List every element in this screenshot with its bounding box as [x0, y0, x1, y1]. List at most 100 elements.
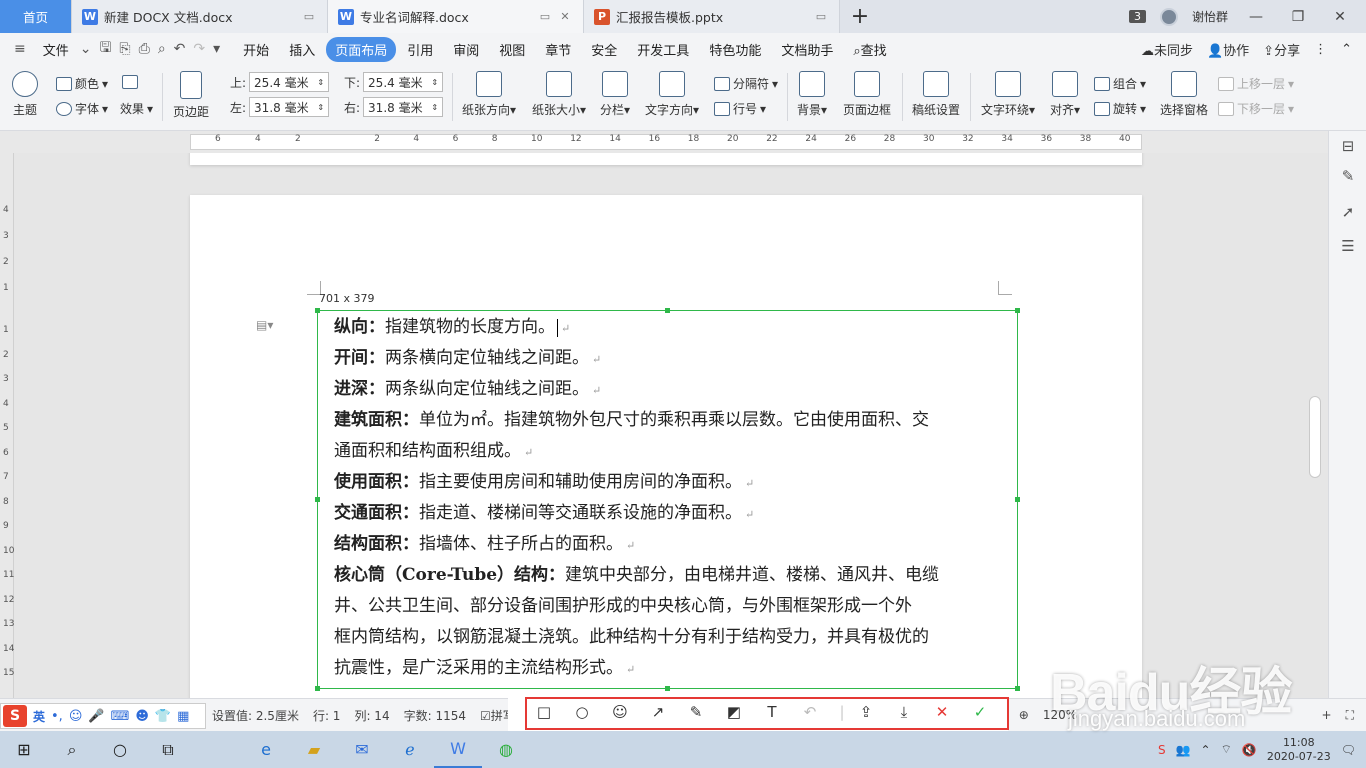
screenshot-selection[interactable]: 纵向：指建筑物的长度方向。 ↵ 开间：两条横向定位轴线之间距。 ↵ 进深：两条纵向定位轴…	[315, 308, 1020, 691]
close-icon[interactable]: ✕	[557, 9, 573, 25]
hamburger-icon[interactable]: ≡	[14, 41, 26, 57]
ime-lang[interactable]: 英	[33, 708, 45, 725]
sync-status[interactable]: ☁未同步	[1141, 40, 1193, 59]
save-icon[interactable]: 🖫	[99, 37, 111, 61]
redo-icon[interactable]: ↷	[193, 41, 205, 57]
document-line[interactable]: 井、公共卫生间、部分设备间围护形成的中央核心筒，与外围框架形成一个外	[334, 591, 912, 621]
tab-home[interactable]: 首页	[0, 0, 72, 33]
document-line[interactable]: 通面积和结构面积组成。 ↵	[334, 436, 533, 468]
print-preview-icon[interactable]: ⌕	[158, 41, 166, 57]
notifications-icon[interactable]: 🗨	[1341, 743, 1356, 757]
wps-writer-icon[interactable]: W	[434, 731, 482, 768]
text-direction-button[interactable]: 文字方向▾	[645, 71, 699, 118]
right-margin-input[interactable]: 31.8 毫米 ⇕	[363, 97, 444, 117]
settings-sliders-icon[interactable]: ☰	[1339, 237, 1357, 255]
mosaic-tool-icon[interactable]: ◩	[725, 703, 743, 721]
cancel-icon[interactable]: ✕	[933, 703, 951, 721]
effect-icon[interactable]	[122, 75, 138, 89]
menu-security[interactable]: 安全	[582, 37, 626, 62]
user-name[interactable]: 谢怡群	[1192, 8, 1228, 25]
background-button[interactable]: 背景▾	[797, 71, 827, 118]
document-line[interactable]: 抗震性，是广泛采用的主流结构形式。 ↵	[334, 653, 635, 685]
margins-button[interactable]: 页边距	[173, 71, 209, 120]
document-line[interactable]: 建筑面积：单位为㎡。指建筑物外包尺寸的乘积再乘以层数。它由使用面积、交	[334, 405, 929, 435]
minimize-icon[interactable]: —	[1242, 9, 1270, 25]
share-tool-icon[interactable]: ⇪	[857, 703, 875, 721]
vertical-ruler[interactable]: 4 3 2 1 1 2 3 4 5 6 7 8 9 10 11 12 13 14 15	[0, 153, 14, 698]
restore-icon[interactable]: ❐	[1284, 9, 1312, 25]
group-button[interactable]: 组合 ▾	[1094, 75, 1146, 92]
document-line[interactable]: 框内筒结构，以钢筋混凝土浇筑。此种结构十分有利于结构受力，并具有极优的	[334, 622, 929, 652]
tab-doc-new-docx[interactable]: W 新建 DOCX 文档.docx ▭	[72, 0, 328, 33]
emoji-tool-icon[interactable]: ☺	[611, 703, 629, 721]
emoji-icon[interactable]: ☺	[69, 709, 83, 724]
bottom-margin-input[interactable]: 25.4 毫米 ⇕	[363, 72, 444, 92]
arrow-tool-icon[interactable]: ↗	[649, 703, 667, 721]
tray-expand-icon[interactable]: ⌃	[1201, 743, 1211, 757]
pointer-icon[interactable]: ➚	[1339, 203, 1357, 221]
menu-doc-assistant[interactable]: 文档助手	[772, 37, 842, 62]
align-button[interactable]: 对齐▾	[1050, 71, 1080, 118]
horizontal-ruler[interactable]: 6 4 2 2 4 6 8 10 12 14 16 18 20 22 24 26 28 30 32 34 36 38 40	[0, 131, 1366, 153]
menu-file[interactable]: 文件	[34, 37, 78, 62]
pen-tool-icon[interactable]: ✎	[687, 703, 705, 721]
window-count-badge[interactable]: 3	[1128, 10, 1146, 23]
undo-icon[interactable]: ↶	[174, 41, 186, 57]
menu-start[interactable]: 开始	[234, 37, 278, 62]
pen-icon[interactable]: ✎	[1339, 167, 1357, 185]
resize-handle-t[interactable]	[665, 308, 670, 313]
undo-tool-icon[interactable]: ↶	[801, 703, 819, 721]
export-icon[interactable]: ⎘	[119, 41, 130, 57]
page-border-button[interactable]: 页面边框	[843, 71, 891, 118]
file-explorer-icon[interactable]: ▰	[290, 731, 338, 768]
volume-mute-icon[interactable]: 🔇	[1242, 743, 1257, 757]
color-button[interactable]: 颜色 ▾	[56, 75, 108, 92]
confirm-check-icon[interactable]: ✓	[971, 703, 989, 721]
clock[interactable]: 11:08 2020-07-23	[1267, 736, 1331, 764]
menu-review[interactable]: 审阅	[444, 37, 488, 62]
document-line[interactable]: 开间：两条横向定位轴线之间距。 ↵	[334, 343, 601, 375]
search-icon[interactable]: ⌕	[48, 731, 96, 768]
more-icon[interactable]: ⋮	[1314, 42, 1327, 57]
menu-insert[interactable]: 插入	[280, 37, 324, 62]
text-wrap-button[interactable]: 文字环绕▾	[981, 71, 1035, 118]
bring-forward-button[interactable]: 上移一层 ▾	[1218, 75, 1294, 92]
microphone-icon[interactable]: 🎤	[88, 709, 104, 724]
resize-handle-tr[interactable]	[1015, 308, 1020, 313]
sidebar-collapse-icon[interactable]: ⊟	[1339, 137, 1357, 155]
document-line[interactable]: 使用面积：指主要使用房间和辅助使用房间的净面积。 ↵	[334, 467, 754, 499]
effect-button[interactable]: 效果 ▾	[120, 100, 153, 117]
close-window-icon[interactable]: ✕	[1326, 9, 1354, 25]
wechat-icon[interactable]: ◍	[482, 731, 530, 768]
paper-size-button[interactable]: 纸张大小▾	[532, 71, 586, 118]
avatar[interactable]	[1159, 7, 1178, 26]
collab-button[interactable]: 👤协作	[1207, 40, 1249, 59]
skin-icon[interactable]: 👕	[155, 709, 171, 724]
resize-handle-l[interactable]	[315, 497, 320, 502]
paragraph-handle-icon[interactable]: ▤▾	[256, 318, 273, 332]
customize-icon[interactable]: ▾	[213, 41, 220, 57]
tab-doc-report-pptx[interactable]: P 汇报报告模板.pptx ▭	[584, 0, 840, 33]
status-wordcount[interactable]: 字数: 1154	[404, 707, 466, 724]
collapse-ribbon-icon[interactable]: ⌃	[1341, 42, 1352, 57]
columns-button[interactable]: 分栏▾	[600, 71, 630, 118]
task-view-icon[interactable]: ⧉	[144, 731, 192, 768]
text-tool-icon[interactable]: T	[763, 703, 781, 721]
mail-icon[interactable]: ✉	[338, 731, 386, 768]
resize-handle-b[interactable]	[665, 686, 670, 691]
tab-doc-terms-docx[interactable]: W 专业名词解释.docx ▭ ✕	[328, 0, 584, 33]
send-backward-button[interactable]: 下移一层 ▾	[1218, 100, 1294, 117]
windows-start-icon[interactable]: ⊞	[0, 731, 48, 768]
rectangle-tool-icon[interactable]: □	[535, 703, 553, 721]
font-button[interactable]: 字体 ▾	[56, 100, 108, 117]
resize-handle-tl[interactable]	[315, 308, 320, 313]
document-line[interactable]: 进深：两条纵向定位轴线之间距。 ↵	[334, 374, 601, 406]
menu-features[interactable]: 特色功能	[700, 37, 770, 62]
manuscript-button[interactable]: 稿纸设置	[912, 71, 960, 118]
menu-section[interactable]: 章节	[536, 37, 580, 62]
keyboard-icon[interactable]: ⌨	[111, 709, 130, 724]
menu-view[interactable]: 视图	[490, 37, 534, 62]
top-margin-input[interactable]: 25.4 毫米 ⇕	[249, 72, 330, 92]
theme-button[interactable]: 主题	[12, 71, 38, 118]
toolbox-icon[interactable]: ▦	[177, 709, 189, 724]
